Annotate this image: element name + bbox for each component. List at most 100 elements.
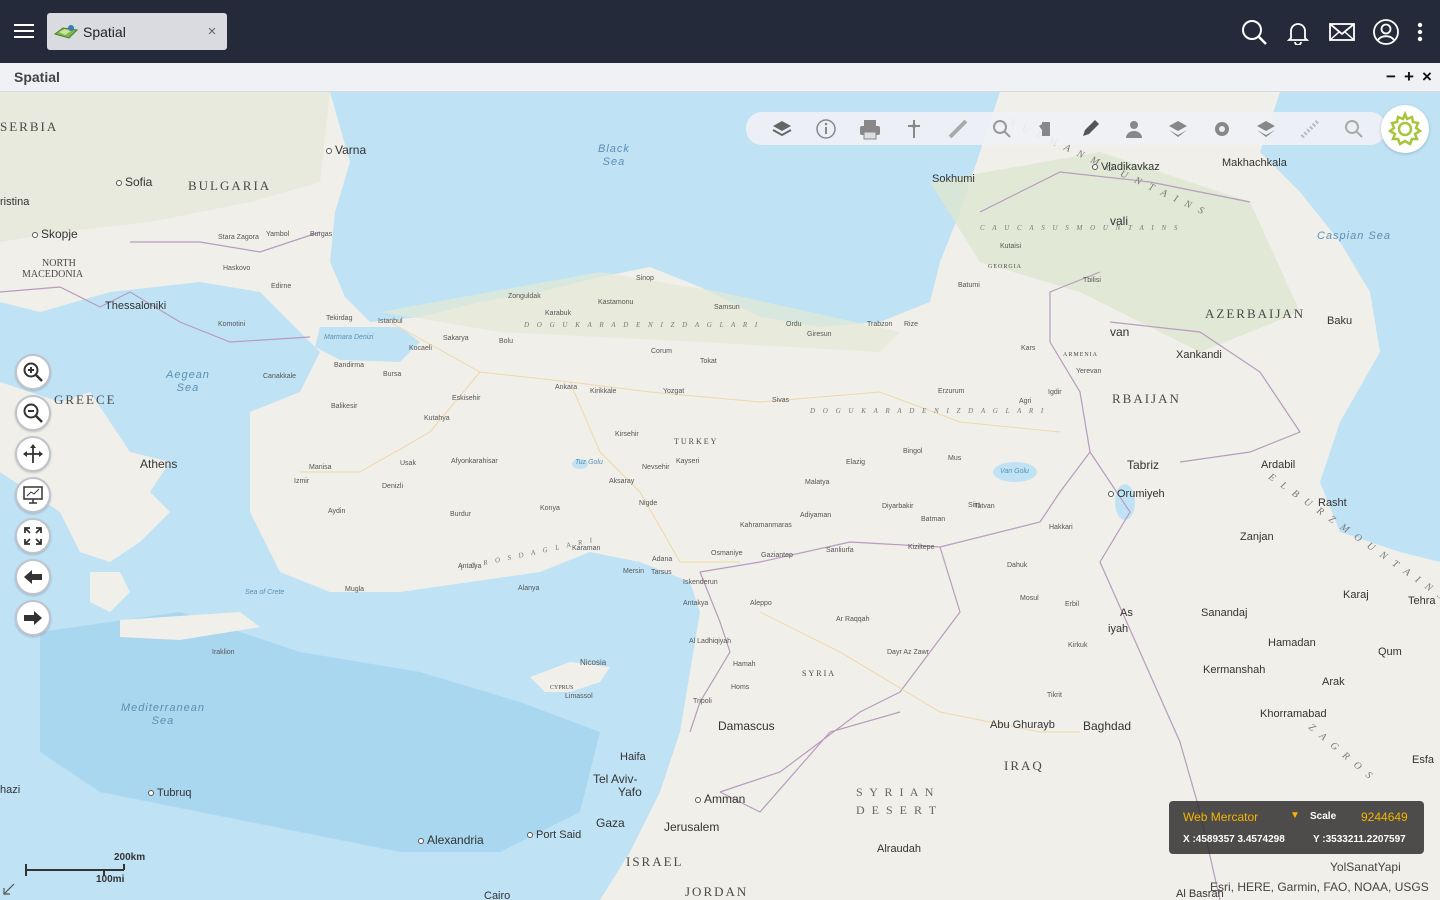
label-city: Amman (695, 792, 745, 806)
label-sea: Sea of Crete (245, 589, 285, 596)
account-icon[interactable] (1364, 10, 1408, 54)
label-town: Bingol (903, 448, 923, 455)
label-town: Kayseri (676, 458, 700, 465)
mail-icon[interactable] (1320, 10, 1364, 54)
map-canvas[interactable]: SERBIA BULGARIA NORTH MACEDONIA GREECE T… (0, 92, 1440, 900)
label-sea: Mediterranean Sea (121, 702, 205, 727)
print-icon[interactable] (848, 112, 892, 145)
label-city: Sofia (116, 175, 152, 189)
label-region: D E S E R T (856, 803, 939, 817)
more-vertical-icon[interactable] (1408, 10, 1432, 54)
label-city: Baku (1327, 315, 1353, 327)
label-country: TURKEY (674, 437, 719, 446)
label-sea: Aegean Sea (166, 369, 210, 394)
label-town: Canakkale (263, 373, 297, 380)
label-town: Karabuk (545, 310, 572, 317)
label-town: Mugla (345, 586, 365, 593)
label-town: Sinop (636, 275, 654, 282)
ruler-icon[interactable] (1288, 112, 1332, 145)
label-sea: Marmara Denizi (324, 334, 374, 341)
label-town: Malatya (805, 479, 830, 486)
bell-icon[interactable] (1276, 10, 1320, 54)
label-city: Port Said (527, 829, 581, 841)
zoom-in-icon[interactable] (15, 354, 51, 390)
label-town: Tripoli (693, 698, 712, 705)
label-town: Hakkari (1049, 524, 1073, 531)
maximize-button[interactable]: + (1400, 66, 1418, 88)
pan-icon[interactable] (15, 436, 51, 472)
label-city: Hamadan (1268, 637, 1316, 649)
label-town: Erbil (1065, 601, 1080, 608)
full-extent-icon[interactable] (15, 477, 51, 513)
expand-icon[interactable] (15, 518, 51, 554)
layer-stack-icon[interactable] (1244, 112, 1288, 145)
tab-spatial[interactable]: Spatial × (47, 13, 227, 50)
label-town: Balikesir (331, 403, 358, 410)
hamburger-menu-icon[interactable] (14, 20, 42, 44)
label-town: Kastamonu (598, 299, 634, 306)
settings-gear-icon[interactable] (1381, 105, 1429, 153)
tab-close-icon[interactable]: × (201, 21, 223, 43)
projection-select[interactable]: Web Mercator (1183, 810, 1258, 824)
label-city: Makhachkala (1222, 157, 1287, 169)
label-town: Sanliurfa (826, 547, 854, 554)
label-town: Al Ladhiqiyah (689, 638, 732, 645)
label-city: Sokhumi (932, 173, 975, 185)
coordinate-icon[interactable] (892, 112, 936, 145)
info-icon[interactable] (804, 112, 848, 145)
label-town: Igdir (1048, 389, 1062, 396)
label-town: Edirne (271, 283, 292, 290)
label-town: Sakarya (443, 335, 469, 342)
back-icon[interactable] (15, 559, 51, 595)
measure-icon[interactable] (936, 112, 980, 145)
label-town: Komotini (218, 321, 246, 328)
label-city: ristina (0, 196, 30, 208)
label-town: Istanbul (378, 318, 403, 325)
locate-icon[interactable] (1024, 112, 1068, 145)
layer-stack-icon[interactable] (1156, 112, 1200, 145)
map-tab-icon (53, 24, 79, 39)
search-icon[interactable] (980, 112, 1024, 145)
label-city: Orumiyeh (1108, 488, 1165, 500)
resize-arrow-icon[interactable] (2, 882, 16, 896)
label-city: Skopje (32, 227, 78, 241)
draw-icon[interactable] (1068, 112, 1112, 145)
label-town: Kahramanmaras (740, 522, 792, 529)
label-country: RBAIJAN (1112, 391, 1181, 406)
panel-title: Spatial (14, 69, 60, 85)
label-town: Ankara (555, 384, 578, 391)
minimize-button[interactable]: − (1382, 66, 1400, 88)
zoom-search-icon[interactable] (1332, 112, 1376, 145)
label-city: Esfa (1412, 754, 1435, 766)
label-town: Kocaeli (409, 345, 432, 352)
label-sea: Caspian Sea (1317, 230, 1391, 242)
label-city: Zanjan (1240, 531, 1274, 543)
label-town: Iskenderun (683, 579, 718, 586)
label-town: Samsun (714, 304, 740, 311)
label-town: Mersin (623, 568, 645, 575)
person-icon[interactable] (1112, 112, 1156, 145)
label-country: GEORGIA (988, 264, 1022, 270)
search-icon[interactable] (1232, 10, 1276, 54)
label-town: Bursa (383, 371, 402, 378)
label-town: Haskovo (223, 265, 251, 272)
chevron-down-icon[interactable]: ▼ (1290, 810, 1300, 821)
label-city: Tel Aviv- (593, 772, 638, 786)
zoom-out-icon[interactable] (15, 395, 51, 431)
label-lake: Tuz Golu (575, 459, 603, 466)
label-city: Jerusalem (664, 820, 720, 834)
label-town: Kiziltepe (908, 544, 935, 551)
label-town: Konya (540, 505, 560, 512)
layers-icon[interactable] (760, 112, 804, 145)
target-icon[interactable] (1200, 112, 1244, 145)
label-town: Zonguldak (508, 293, 541, 300)
forward-icon[interactable] (15, 600, 51, 636)
map-attribution[interactable]: Esri, HERE, Garmin, FAO, NOAA, USGS (1210, 880, 1429, 894)
label-country: GREECE (54, 392, 117, 407)
close-button[interactable]: × (1418, 66, 1436, 88)
label-town: Alanya (518, 585, 540, 592)
label-town: Batman (921, 516, 946, 523)
label-city: Sanandaj (1201, 607, 1248, 619)
label-city: iyah (1108, 623, 1129, 635)
label-city: Athens (140, 457, 178, 471)
